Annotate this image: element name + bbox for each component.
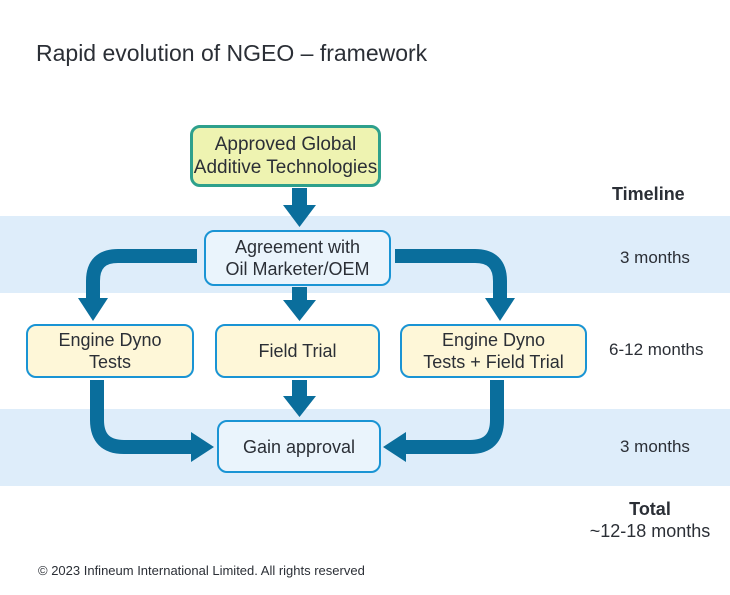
- engine-dyno-line1: Engine Dyno: [58, 330, 162, 350]
- arrowhead-gain-right: [383, 432, 406, 462]
- timeline-total: Total ~12-18 months: [582, 498, 718, 542]
- approved-technologies-line2: Additive Technologies: [193, 157, 378, 178]
- arrowhead-dyno: [78, 298, 108, 321]
- timeline-stage-testing: 6-12 months: [609, 340, 704, 359]
- dyno-and-field-trial-box: Engine Dyno Tests + Field Trial: [400, 324, 587, 378]
- agreement-line2: Oil Marketer/OEM: [225, 259, 370, 279]
- field-trial-label: Field Trial: [258, 341, 337, 361]
- timeline-heading: Timeline: [612, 184, 685, 204]
- gain-approval-box: Gain approval: [217, 420, 381, 473]
- arrow-agreement-to-both: [395, 249, 507, 300]
- timeline-total-value: ~12-18 months: [589, 521, 711, 541]
- approved-technologies-line1: Approved Global: [214, 134, 357, 155]
- arrowhead-both: [485, 298, 515, 321]
- arrow-agreement-to-field-trial: [283, 287, 316, 321]
- timeline-stage-agreement: 3 months: [620, 248, 690, 267]
- agreement-line1: Agreement with: [234, 237, 361, 257]
- dyno-and-field-line2: Tests + Field Trial: [423, 352, 564, 372]
- field-trial-box: Field Trial: [215, 324, 380, 378]
- approved-technologies-box: Approved Global Additive Technologies: [190, 125, 381, 187]
- dyno-and-field-line1: Engine Dyno: [441, 330, 546, 350]
- gain-approval-label: Gain approval: [242, 436, 356, 457]
- arrow-dyno-to-gain-approval: [90, 380, 195, 454]
- arrowhead-gain-left: [191, 432, 214, 462]
- arrow-field-trial-to-gain-approval: [283, 380, 316, 417]
- arrow-both-to-gain-approval: [403, 380, 504, 454]
- agreement-box: Agreement with Oil Marketer/OEM: [204, 230, 391, 286]
- engine-dyno-tests-box: Engine Dyno Tests: [26, 324, 194, 378]
- timeline-total-label: Total: [629, 499, 671, 519]
- arrow-agreement-to-dyno: [86, 249, 197, 300]
- arrow-start-to-agreement: [283, 188, 316, 227]
- engine-dyno-line2: Tests: [88, 352, 131, 372]
- timeline-stage-approval: 3 months: [620, 437, 690, 456]
- copyright-notice: © 2023 Infineum International Limited. A…: [38, 563, 365, 578]
